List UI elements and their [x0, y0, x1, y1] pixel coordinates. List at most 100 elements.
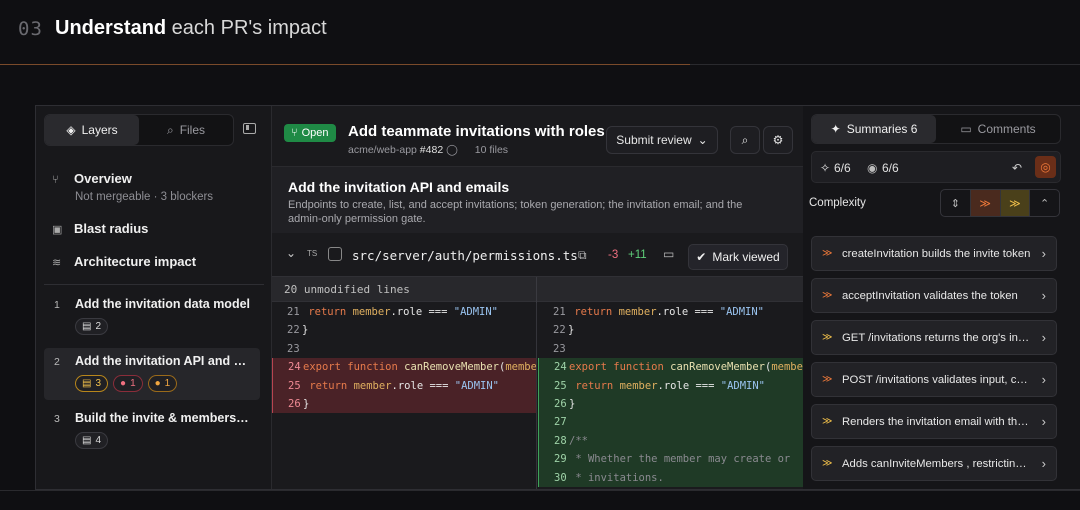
code-line: 22} — [553, 324, 575, 337]
button-label: Mark viewed — [712, 250, 780, 264]
badge-count: 3 — [95, 378, 102, 389]
code-line-removed: 26} — [272, 394, 536, 414]
lines-removed: -3 — [608, 249, 619, 261]
tab-comments[interactable]: ▭ Comments — [936, 115, 1060, 143]
tab-summaries[interactable]: ✦ Summaries 6 — [812, 115, 936, 143]
title-rest: each PR's impact — [166, 17, 327, 39]
nav-overview[interactable]: ⑂ Overview — [52, 171, 132, 186]
step-item[interactable]: 3 Build the invite & members UI ▤ 4 — [44, 405, 260, 457]
warning-badge: ● 1 — [147, 375, 178, 392]
complexity-label: Complexity — [809, 197, 866, 209]
summary-text: acceptInvitation validates the token — [842, 289, 1018, 302]
language-badge: TS — [307, 249, 318, 258]
step-item[interactable]: 1 Add the invitation data model ▤ 2 — [44, 291, 260, 343]
chevron-right-icon: › — [1041, 414, 1046, 429]
summary-tabs: ✦ Summaries 6 ▭ Comments — [811, 114, 1061, 144]
comment-icon[interactable]: ▭ — [663, 247, 674, 261]
section-header: 03 Understand each PR's impact — [0, 0, 1080, 66]
github-icon: ◯ — [446, 144, 458, 156]
repo-name[interactable]: acme/web-app — [348, 144, 417, 156]
radius-icon: ▣ — [52, 224, 63, 236]
focus-icon[interactable]: ◎ — [1035, 156, 1056, 178]
tab-layers[interactable]: ◈ Layers — [45, 115, 139, 145]
pr-icon: ⑂ — [291, 127, 298, 139]
status-badge: ⑂ Open — [284, 124, 336, 142]
sidebar-tabs: ◈ Layers ⌕ Files — [44, 114, 234, 146]
undo-icon[interactable]: ↶ — [1012, 161, 1022, 175]
pr-number[interactable]: #482 — [420, 144, 443, 156]
code-line-added: 27 — [538, 413, 803, 432]
chevron-right-icon: › — [1041, 246, 1046, 261]
section-summary: Add the invitation API and emails Endpoi… — [272, 167, 803, 233]
sparkle-icon: ✦ — [830, 122, 841, 136]
nav-architecture-impact[interactable]: ≋ Architecture impact — [52, 254, 196, 269]
step-title: Add the invitation API and emails — [75, 354, 250, 368]
submit-review-button[interactable]: Submit review ⌄ — [606, 126, 718, 154]
chevron-down-icon[interactable]: ⌄ — [286, 246, 296, 260]
eye-icon: ◉ — [867, 161, 878, 175]
nav-label: Overview — [74, 171, 132, 186]
pr-title: Add teammate invitations with roles — [348, 123, 605, 140]
divider — [536, 277, 537, 303]
code-line: 23 — [287, 342, 300, 355]
summary-item[interactable]: ≫ Renders the invitation email with the l… — [811, 404, 1057, 439]
generated-count: 6/6 — [834, 161, 851, 175]
app-window: ◈ Layers ⌕ Files ⑂ Overview Not mergeable ·… — [35, 105, 1080, 490]
sort-icon[interactable]: ⇕ — [941, 190, 971, 216]
section-title: Add the invitation API and emails — [288, 179, 510, 195]
high-complexity-icon: ≫ — [822, 374, 833, 385]
mark-viewed-button[interactable]: ✔ Mark viewed — [688, 244, 788, 270]
settings-button[interactable]: ⚙ — [763, 126, 793, 154]
code-line-added: 29 * Whether the member may create or — [538, 450, 803, 469]
pr-meta: acme/web-app #482 ◯ 10 files — [348, 144, 508, 156]
file-icon: ▤ — [82, 321, 92, 332]
section-number: 03 — [18, 18, 43, 40]
high-complexity-filter[interactable]: ≫ — [970, 190, 1001, 216]
footer-bar — [0, 490, 1080, 510]
search-icon: ⌕ — [166, 122, 174, 137]
branch-icon: ⑂ — [52, 174, 59, 186]
low-complexity-icon: ≫ — [822, 458, 833, 469]
summary-item[interactable]: ≫ GET /invitations returns the org's invi… — [811, 320, 1057, 355]
summary-text: GET /invitations returns the org's invit… — [842, 331, 1032, 344]
summary-item[interactable]: ≫ acceptInvitation validates the token › — [811, 278, 1057, 313]
nav-blast-radius[interactable]: ▣ Blast radius — [52, 221, 148, 236]
title-bold: Understand — [55, 17, 167, 39]
summary-item[interactable]: ≫ POST /invitations validates input, chec… — [811, 362, 1057, 397]
sidebar-toggle-icon[interactable] — [243, 123, 256, 134]
copy-icon[interactable]: ⧉ — [578, 248, 587, 263]
tab-label: Layers — [81, 123, 118, 137]
code-line: 21 return member.role === "ADMIN" — [553, 306, 765, 318]
low-complexity-filter[interactable]: ≫ — [1000, 190, 1031, 216]
section-title: Understand each PR's impact — [55, 17, 327, 40]
file-path[interactable]: src/server/auth/permissions.ts — [352, 248, 578, 263]
summary-item[interactable]: ≫ createInvitation builds the invite toke… — [811, 236, 1057, 271]
chevron-right-icon: › — [1041, 456, 1046, 471]
database-icon: ≋ — [52, 257, 62, 269]
nav-label: Blast radius — [74, 221, 149, 236]
step-number: 2 — [54, 356, 60, 368]
low-complexity-icon: ≫ — [822, 332, 833, 343]
code-line: 22} — [287, 324, 309, 337]
divider — [690, 64, 1080, 65]
code-line-added: 30 * invitations. — [538, 468, 803, 487]
chevron-up-icon[interactable]: ⌃ — [1030, 190, 1059, 216]
code-line-added: 28/** — [538, 431, 803, 451]
step-item-selected[interactable]: 2 Add the invitation API and emails ▤3 ●… — [44, 348, 260, 400]
complexity-filter: ⇕ ≫ ≫ ⌃ — [940, 189, 1060, 217]
files-badge: ▤ 3 — [75, 375, 109, 392]
unmodified-lines-bar[interactable]: 20 unmodified lines — [272, 276, 803, 303]
checkbox-icon[interactable] — [328, 247, 342, 261]
code-line-added: 24export function canRemoveMember(member… — [538, 358, 803, 377]
lines-added: +11 — [628, 249, 647, 261]
gear-icon: ⚙ — [772, 133, 784, 147]
search-button[interactable]: ⌕ — [730, 126, 760, 154]
nav-label: Architecture impact — [74, 254, 197, 269]
step-title: Add the invitation data model — [75, 297, 250, 311]
tab-files[interactable]: ⌕ Files — [139, 115, 233, 145]
sparkle-icon: ✧ — [820, 161, 831, 175]
diff-panel: ⑂ Open Add teammate invitations with role… — [272, 106, 803, 489]
layers-icon: ◈ — [66, 123, 76, 137]
summary-item[interactable]: ≫ Adds canInviteMembers , restricting to … — [811, 446, 1057, 481]
file-icon: ▤ — [82, 378, 92, 389]
